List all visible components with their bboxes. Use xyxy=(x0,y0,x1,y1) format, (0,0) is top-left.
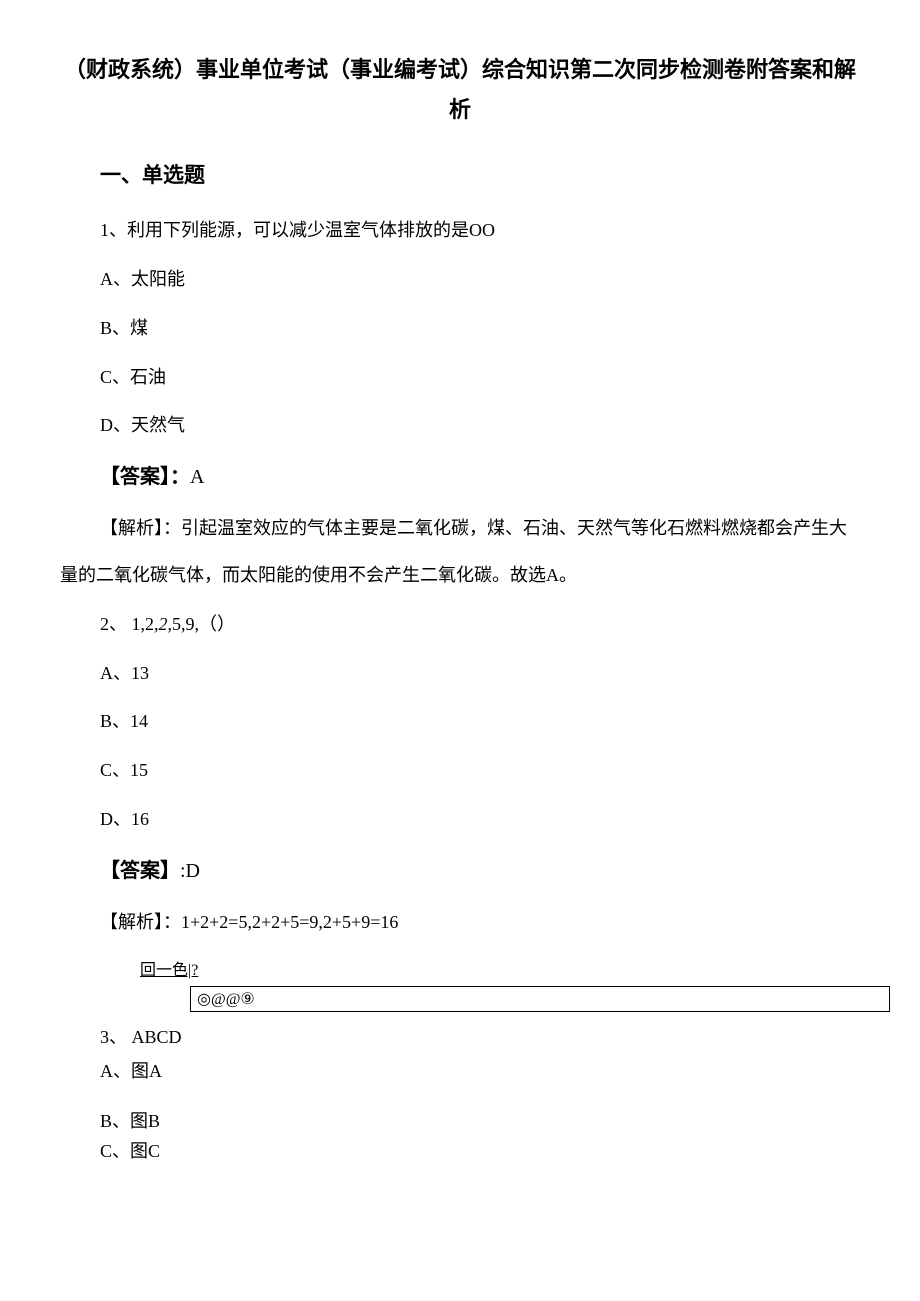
q1-option-c: C、石油 xyxy=(100,354,860,401)
q1-option-a: A、太阳能 xyxy=(100,256,860,303)
q1-stem: 1、利用下列能源，可以减少温室气体排放的是OO xyxy=(100,207,860,254)
q1-explanation-text: 【解析】：引起温室效应的气体主要是二氧化碳，煤、石油、天然气等化石燃料燃烧都会产… xyxy=(60,518,847,585)
q3-figure-box: ◎@@⑨ xyxy=(190,986,890,1012)
q2-stem: 2、 1,2,2,5,9,（） xyxy=(100,601,860,648)
q1-answer-label: 【答案】： xyxy=(100,466,190,488)
q3-figure-caption: 回一色|? xyxy=(140,956,860,980)
q2-answer: 【答案】:D xyxy=(100,845,860,897)
q3-option-b: B、图B xyxy=(100,1106,860,1137)
q2-explanation: 【解析】：1+2+2=5,2+2+5=9,2+5+9=16 xyxy=(100,899,860,946)
q2-option-c: C、15 xyxy=(100,747,860,794)
q3-figure-row: 回一色|? ◎@@⑨ xyxy=(140,956,860,1012)
q2-option-a: A、13 xyxy=(100,650,860,697)
q2-stem-prefix: 2、 1,2, xyxy=(100,614,159,634)
q3-option-a: A、图A xyxy=(100,1052,860,1092)
q2-stem-italic: 2, xyxy=(159,614,173,634)
q1-option-d: D、天然气 xyxy=(100,402,860,449)
q2-answer-value: :D xyxy=(180,860,200,882)
q2-option-b: B、14 xyxy=(100,698,860,745)
q1-explanation: 【解析】：引起温室效应的气体主要是二氧化碳，煤、石油、天然气等化石燃料燃烧都会产… xyxy=(60,505,860,599)
q2-answer-label: 【答案】 xyxy=(100,860,180,882)
section-heading-single-choice: 一、单选题 xyxy=(100,159,860,189)
q2-stem-suffix: 5,9,（） xyxy=(172,614,235,634)
q3-stem: 3、 ABCD xyxy=(100,1022,860,1053)
q2-option-d: D、16 xyxy=(100,796,860,843)
document-title: （财政系统）事业单位考试（事业编考试）综合知识第二次同步检测卷附答案和解析 xyxy=(60,50,860,129)
q1-option-b: B、煤 xyxy=(100,305,860,352)
q3-option-c: C、图C xyxy=(100,1136,860,1167)
q1-answer: 【答案】：A xyxy=(100,451,860,503)
q1-answer-value: A xyxy=(190,466,204,488)
